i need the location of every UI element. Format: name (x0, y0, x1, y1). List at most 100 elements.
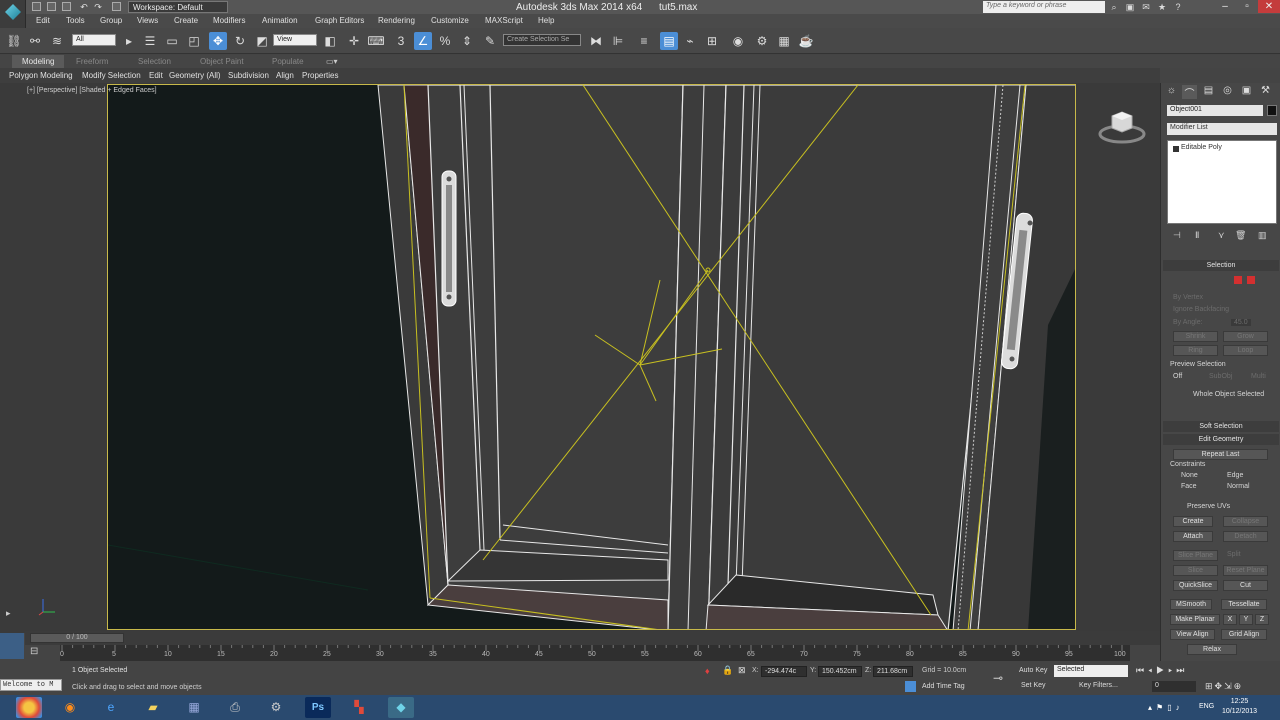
make-unique-icon[interactable]: ⋎ (1218, 230, 1225, 241)
select-object-icon[interactable]: ▸ (120, 32, 138, 50)
menu-group[interactable]: Group (100, 16, 122, 25)
project-folder-icon[interactable] (112, 2, 121, 11)
menu-tools[interactable]: Tools (66, 16, 85, 25)
msmooth-button[interactable]: MSmooth (1170, 599, 1212, 610)
select-and-rotate-icon[interactable]: ↻ (231, 32, 249, 50)
loop-button[interactable]: Loop (1223, 345, 1268, 356)
curve-editor-icon[interactable]: ⌁ (681, 32, 699, 50)
angle-snap-icon[interactable]: ∠ (414, 32, 432, 50)
menu-modifiers[interactable]: Modifiers (213, 16, 245, 25)
key-selection-dropdown[interactable]: Selected (1054, 665, 1128, 677)
planar-x-button[interactable]: X (1223, 614, 1237, 625)
unlink-icon[interactable]: ⚯ (26, 32, 44, 50)
detach-button[interactable]: Detach (1223, 531, 1268, 542)
playback-controls[interactable]: ⏮◂▶▸⏭ (1136, 665, 1188, 676)
menu-maxscript[interactable]: MAXScript (485, 16, 523, 25)
time-slider-track[interactable] (25, 631, 1160, 645)
key-filters-button[interactable]: Key Filters... (1079, 682, 1118, 689)
edit-geometry-rollout-header[interactable]: Edit Geometry (1163, 434, 1279, 445)
constraint-normal-radio[interactable]: Normal (1227, 483, 1250, 490)
preview-subobj-radio[interactable]: SubObj (1209, 373, 1232, 380)
rendered-frame-window-icon[interactable]: ▦ (775, 32, 793, 50)
hierarchy-tab-icon[interactable]: ▤ (1201, 85, 1216, 99)
panel-properties[interactable]: Properties (302, 71, 338, 80)
pivot-center-icon[interactable]: ◧ (321, 32, 339, 50)
panel-modify-selection[interactable]: Modify Selection (82, 71, 141, 80)
selection-filter-dropdown[interactable]: All (72, 34, 116, 46)
undo-icon[interactable]: ↶ (78, 1, 90, 13)
close-button[interactable]: ✕ (1258, 0, 1280, 13)
edit-named-selection-icon[interactable]: ✎ (481, 32, 499, 50)
workspace-dropdown[interactable]: Workspace: Default (128, 1, 228, 13)
minimize-button[interactable]: – (1214, 0, 1236, 13)
redo-icon[interactable]: ↷ (92, 1, 104, 13)
modifier-list-dropdown[interactable]: Modifier List (1167, 123, 1277, 135)
preview-off-radio[interactable]: Off (1173, 373, 1182, 380)
settings-icon[interactable]: ⚙ (263, 697, 289, 718)
x-coordinate-field[interactable]: -294.474c (761, 666, 807, 677)
tab-selection[interactable]: Selection (138, 57, 171, 66)
select-and-link-icon[interactable]: ⛓ (5, 32, 23, 50)
viewport-label[interactable]: [+] [Perspective] [Shaded + Edged Faces] (27, 87, 157, 94)
z-coordinate-field[interactable]: 211.68cm (873, 666, 913, 677)
by-angle-checkbox[interactable]: By Angle: (1173, 319, 1203, 326)
tab-populate[interactable]: Populate (272, 57, 304, 66)
graphite-toolbar-icon[interactable]: ▤ (660, 32, 678, 50)
shrink-button[interactable]: Shrink (1173, 331, 1218, 342)
window-crossing-icon[interactable]: ◰ (185, 32, 203, 50)
select-and-move-icon[interactable]: ✥ (209, 32, 227, 50)
search-icon[interactable]: ⌕ (1108, 1, 1120, 13)
create-button[interactable]: Create (1173, 516, 1213, 527)
relax-button[interactable]: Relax (1187, 644, 1237, 655)
remove-modifier-icon[interactable]: 🗑 (1235, 230, 1246, 241)
reset-plane-button[interactable]: Reset Plane (1223, 565, 1268, 576)
percent-snap-icon[interactable]: % (436, 32, 454, 50)
grid-align-button[interactable]: Grid Align (1221, 629, 1267, 640)
tab-modeling[interactable]: Modeling (12, 55, 65, 68)
named-selection-dropdown[interactable]: Create Selection Se (503, 34, 581, 46)
menu-create[interactable]: Create (174, 16, 198, 25)
panel-geometry-all[interactable]: Geometry (All) (169, 71, 221, 80)
search-input[interactable]: Type a keyword or phrase (983, 1, 1105, 13)
show-end-result-icon[interactable]: Ⅱ (1195, 230, 1199, 241)
panel-edit[interactable]: Edit (149, 71, 163, 80)
grow-button[interactable]: Grow (1223, 331, 1268, 342)
isolate-icon[interactable]: ♦ (705, 666, 710, 676)
object-color-swatch[interactable] (1267, 105, 1277, 116)
object-name-field[interactable]: Object001 (1167, 105, 1263, 116)
motion-tab-icon[interactable]: ◎ (1220, 85, 1235, 99)
align-icon[interactable]: ⊫ (609, 32, 627, 50)
panel-polygon-modeling[interactable]: Polygon Modeling (9, 71, 73, 80)
panel-align[interactable]: Align (276, 71, 294, 80)
quickslice-button[interactable]: QuickSlice (1173, 580, 1218, 591)
pin-stack-icon[interactable]: ⊣ (1173, 230, 1181, 241)
app-logo-icon[interactable] (0, 0, 26, 28)
modify-tab-icon[interactable]: ⌒ (1182, 85, 1197, 100)
ribbon-options-icon[interactable]: ▭▾ (326, 57, 338, 66)
open-icon[interactable] (47, 2, 56, 11)
constraint-none-radio[interactable]: None (1181, 472, 1198, 479)
menu-rendering[interactable]: Rendering (378, 16, 415, 25)
configure-modifier-sets-icon[interactable]: ▥ (1258, 230, 1267, 241)
menu-help[interactable]: Help (538, 16, 554, 25)
angle-spinner[interactable]: 45.0 (1231, 319, 1251, 326)
spinner-snap-icon[interactable]: ⇕ (458, 32, 476, 50)
photoshop-icon[interactable]: Ps (305, 697, 331, 718)
selection-rollout-header[interactable]: Selection (1163, 260, 1279, 271)
selection-lock-icon[interactable]: 🔒 (722, 665, 733, 676)
menu-edit[interactable]: Edit (36, 16, 50, 25)
preserve-uvs-checkbox[interactable]: Preserve UVs (1187, 503, 1230, 510)
tab-freeform[interactable]: Freeform (76, 57, 108, 66)
system-tray-icons[interactable]: ▴⚑▯♪ (1148, 703, 1184, 712)
make-planar-button[interactable]: Make Planar (1170, 614, 1220, 625)
view-align-button[interactable]: View Align (1170, 629, 1215, 640)
snaps-toggle-icon[interactable]: 3 (392, 32, 410, 50)
y-coordinate-field[interactable]: 150.452cm (818, 666, 862, 677)
material-editor-icon[interactable]: ◉ (729, 32, 747, 50)
save-icon[interactable] (62, 2, 71, 11)
by-vertex-checkbox[interactable]: By Vertex (1173, 294, 1203, 301)
favorites-icon[interactable]: ★ (1156, 1, 1168, 13)
display-tab-icon[interactable]: ▣ (1239, 85, 1254, 99)
schematic-view-icon[interactable]: ⊞ (703, 32, 721, 50)
internet-explorer-icon[interactable]: e (98, 697, 124, 718)
